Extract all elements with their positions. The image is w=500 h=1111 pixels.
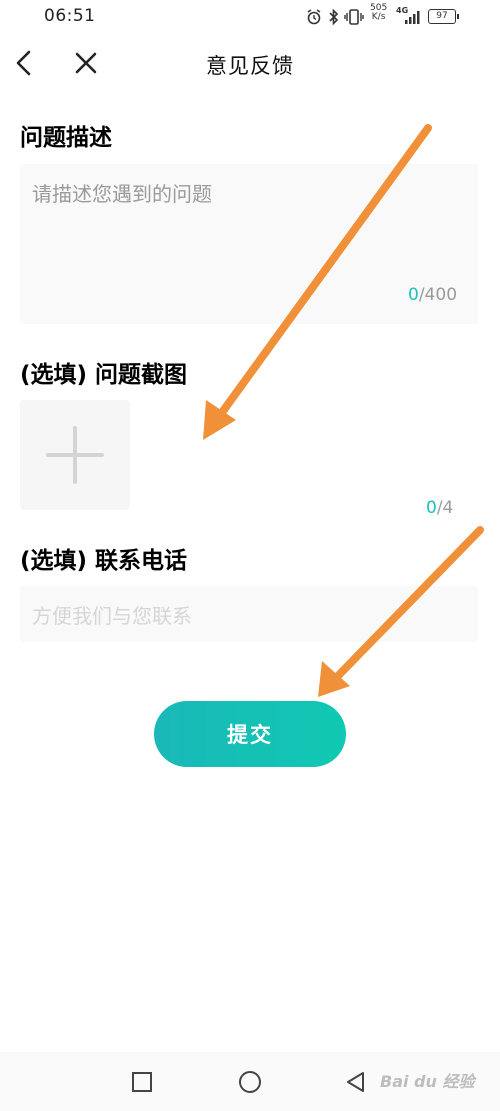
watermark: Bai du 经验 bbox=[380, 1072, 475, 1091]
arrow-to-submit bbox=[318, 526, 484, 697]
recents-square-icon bbox=[132, 1072, 152, 1092]
annotation-arrows bbox=[203, 124, 484, 697]
recents-button[interactable] bbox=[124, 1064, 160, 1100]
system-back-button[interactable] bbox=[338, 1064, 374, 1100]
home-circle-icon bbox=[239, 1071, 261, 1093]
home-button[interactable] bbox=[232, 1064, 268, 1100]
arrow-to-upload bbox=[203, 124, 432, 440]
back-triangle-icon bbox=[347, 1072, 364, 1092]
